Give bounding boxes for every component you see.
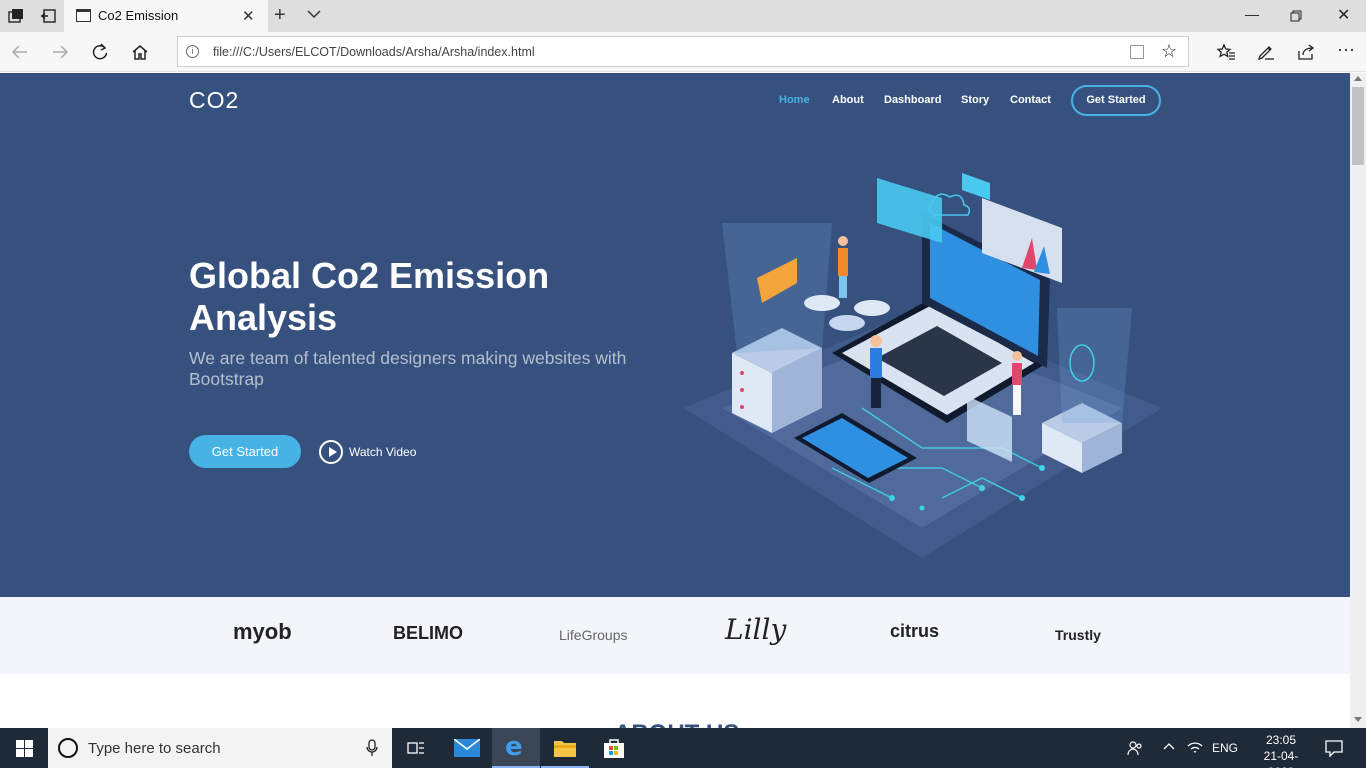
about-heading: ABOUT US bbox=[614, 720, 739, 728]
edge-icon: e bbox=[505, 732, 523, 762]
taskbar-store[interactable] bbox=[590, 728, 638, 768]
microphone-icon[interactable] bbox=[366, 739, 378, 757]
share-icon[interactable] bbox=[1296, 42, 1316, 62]
scroll-thumb[interactable] bbox=[1352, 87, 1364, 165]
client-logo-trustly: Trustly bbox=[1055, 627, 1101, 643]
web-page: CO2 Home About Dashboard Story Contact G… bbox=[0, 73, 1350, 728]
hero-section: CO2 Home About Dashboard Story Contact G… bbox=[0, 73, 1350, 597]
close-tab-icon[interactable]: ✕ bbox=[242, 7, 255, 25]
taskbar-file-explorer[interactable] bbox=[541, 728, 589, 768]
new-tab-icon[interactable]: + bbox=[274, 4, 286, 27]
windows-taskbar: Type here to search e ENG 23:05 21-04-20… bbox=[0, 728, 1366, 768]
client-logo-belimo: BELIMO bbox=[393, 623, 463, 643]
chevron-up-icon[interactable] bbox=[1163, 742, 1175, 750]
home-icon[interactable] bbox=[130, 42, 150, 62]
taskbar-search[interactable]: Type here to search bbox=[48, 728, 392, 768]
language-indicator[interactable]: ENG bbox=[1212, 741, 1238, 755]
hero-illustration bbox=[684, 173, 1162, 558]
page-icon bbox=[76, 9, 91, 22]
client-logo-lifegroups: LifeGroups bbox=[559, 627, 628, 643]
watch-video-label: Watch Video bbox=[349, 445, 417, 459]
clients-section: myob BELIMO LifeGroups Lilly citrus Trus… bbox=[0, 597, 1350, 674]
nav-dashboard[interactable]: Dashboard bbox=[884, 94, 941, 106]
browser-toolbar: i file:///C:/Users/ELCOT/Downloads/Arsha… bbox=[0, 32, 1366, 72]
nav-get-started-button[interactable]: Get Started bbox=[1071, 85, 1161, 116]
restore-icon[interactable] bbox=[1290, 10, 1302, 22]
client-logo-citrus: citrus bbox=[890, 621, 940, 641]
favorite-star-icon[interactable]: ☆ bbox=[1161, 41, 1177, 62]
taskbar-edge[interactable]: e bbox=[492, 728, 540, 768]
browser-tab[interactable]: Co2 Emission ✕ bbox=[64, 0, 268, 32]
folder-icon bbox=[554, 741, 576, 757]
about-section: ABOUT US bbox=[0, 674, 1350, 728]
refresh-icon[interactable] bbox=[90, 42, 110, 62]
browser-tab-bar: Co2 Emission ✕ + — ✕ bbox=[0, 0, 1366, 32]
nav-contact[interactable]: Contact bbox=[1010, 94, 1051, 106]
back-icon[interactable] bbox=[10, 42, 30, 62]
client-logo-lilly: Lilly bbox=[725, 613, 787, 646]
tab-title: Co2 Emission bbox=[98, 8, 179, 23]
minimize-icon[interactable]: — bbox=[1245, 6, 1259, 22]
site-logo[interactable]: CO2 bbox=[189, 87, 239, 114]
notifications-icon[interactable] bbox=[1325, 739, 1343, 757]
chevron-down-icon[interactable] bbox=[307, 9, 321, 19]
more-icon[interactable]: ··· bbox=[1337, 39, 1355, 60]
search-placeholder: Type here to search bbox=[88, 740, 221, 757]
clock-date: 21-04-2023 bbox=[1263, 749, 1299, 768]
system-clock[interactable]: 23:05 21-04-2023 bbox=[1256, 732, 1306, 768]
nav-about[interactable]: About bbox=[832, 94, 864, 106]
forward-icon[interactable] bbox=[50, 42, 70, 62]
page-scrollbar[interactable] bbox=[1350, 73, 1366, 728]
nav-story[interactable]: Story bbox=[961, 94, 989, 106]
scroll-up-icon[interactable] bbox=[1354, 76, 1362, 81]
store-icon bbox=[604, 739, 624, 758]
hero-title: Global Co2 Emission Analysis bbox=[189, 255, 550, 338]
mail-icon bbox=[454, 739, 480, 757]
set-tabs-aside-icon[interactable] bbox=[40, 8, 56, 24]
taskbar-mail[interactable] bbox=[443, 728, 491, 768]
pen-icon[interactable] bbox=[1256, 42, 1276, 62]
wifi-icon[interactable] bbox=[1186, 740, 1204, 756]
people-icon[interactable] bbox=[1127, 740, 1143, 756]
tab-actions-icon[interactable] bbox=[8, 8, 24, 24]
get-started-button[interactable]: Get Started bbox=[189, 435, 301, 468]
windows-start-icon[interactable] bbox=[16, 740, 33, 757]
clock-time: 23:05 bbox=[1265, 733, 1297, 747]
favorites-icon[interactable] bbox=[1216, 42, 1236, 62]
info-icon[interactable]: i bbox=[186, 45, 199, 58]
play-icon bbox=[319, 440, 343, 464]
address-bar[interactable]: i file:///C:/Users/ELCOT/Downloads/Arsha… bbox=[177, 36, 1189, 67]
close-window-icon[interactable]: ✕ bbox=[1337, 5, 1350, 25]
reading-view-icon[interactable] bbox=[1130, 45, 1144, 59]
cortana-icon bbox=[58, 738, 78, 758]
scroll-down-icon[interactable] bbox=[1354, 717, 1362, 722]
task-view-icon bbox=[407, 742, 424, 754]
nav-home[interactable]: Home bbox=[779, 94, 810, 106]
client-logo-myob: myob bbox=[233, 619, 292, 644]
address-url[interactable]: file:///C:/Users/ELCOT/Downloads/Arsha/A… bbox=[213, 45, 535, 59]
task-view-button[interactable] bbox=[392, 728, 440, 768]
hero-subtitle: We are team of talented designers making… bbox=[189, 348, 627, 389]
